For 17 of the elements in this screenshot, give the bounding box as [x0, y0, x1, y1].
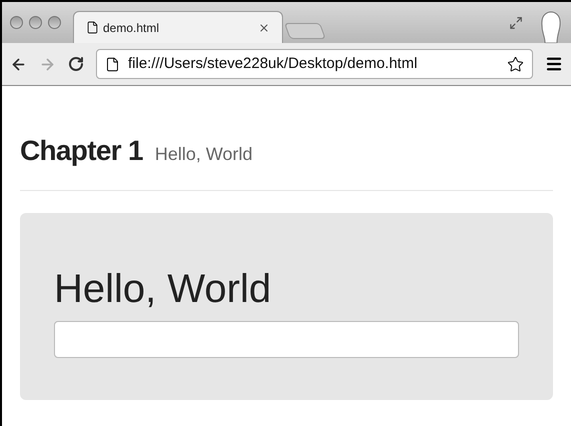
- fullscreen-icon[interactable]: [509, 16, 523, 30]
- input-field[interactable]: [54, 321, 519, 358]
- back-icon[interactable]: [10, 56, 27, 72]
- bookmark-star-icon[interactable]: [507, 56, 524, 72]
- window-control[interactable]: [29, 16, 42, 29]
- window-control[interactable]: [48, 16, 61, 29]
- reload-icon[interactable]: [68, 56, 84, 72]
- page-heading: Chapter 1: [20, 134, 143, 168]
- browser-tab[interactable]: demo.html: [73, 11, 283, 43]
- page-subheading: Hello, World: [154, 143, 253, 166]
- menu-icon[interactable]: [545, 55, 563, 73]
- close-icon[interactable]: [258, 22, 270, 34]
- jumbotron-title: Hello, World: [54, 269, 272, 309]
- address-bar[interactable]: file:///Users/steve228uk/Desktop/demo.html: [96, 49, 533, 79]
- page-icon: [86, 21, 99, 34]
- page-icon: [105, 56, 120, 72]
- window-control[interactable]: [10, 16, 23, 29]
